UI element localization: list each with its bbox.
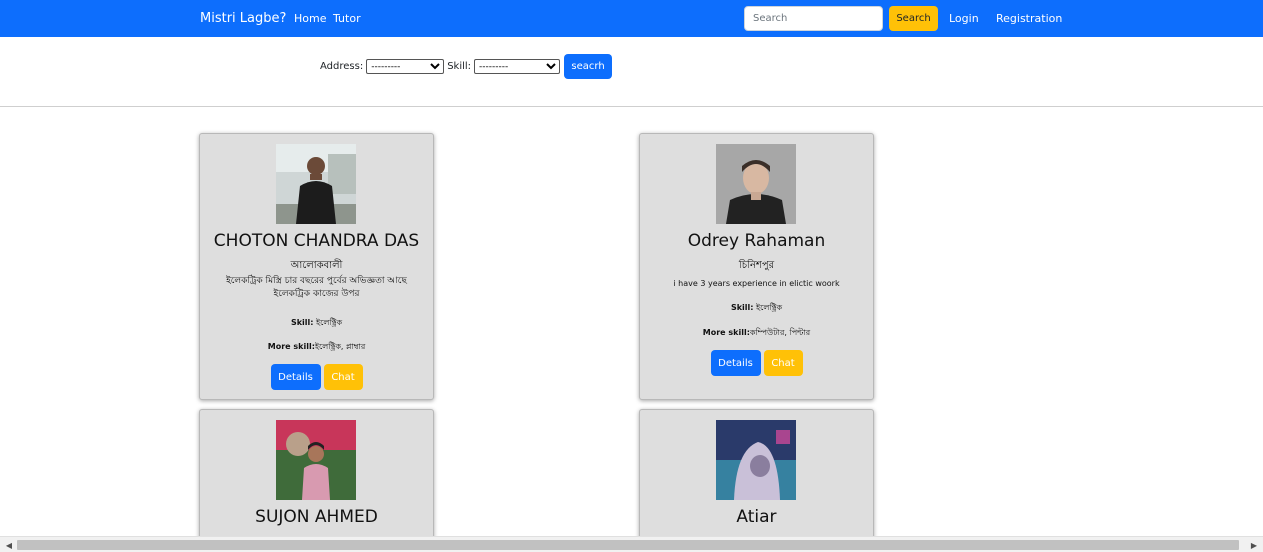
worker-photo bbox=[276, 420, 356, 500]
more-skill-value: কম্পিউটার, পিন্টার bbox=[749, 328, 811, 337]
divider bbox=[0, 106, 1263, 107]
skill-label: Skill: bbox=[730, 303, 754, 312]
worker-card: CHOTON CHANDRA DAS আলোকবালী ইলেকট্রিক মি… bbox=[199, 133, 434, 400]
scroll-left-icon[interactable]: ◀ bbox=[3, 539, 15, 551]
worker-address: চিনিশপুর bbox=[738, 260, 775, 271]
filter-form: Address: --------- Skill: --------- seac… bbox=[320, 54, 613, 79]
top-navbar: Mistri Lagbe? Home Tutor Search Login Re… bbox=[0, 0, 1263, 37]
card-actions: Details Chat bbox=[640, 350, 873, 376]
more-skill-label: More skill: bbox=[267, 342, 315, 351]
worker-name: Atiar bbox=[736, 507, 777, 527]
scroll-right-icon[interactable]: ▶ bbox=[1248, 539, 1260, 551]
skill-select[interactable]: --------- bbox=[474, 59, 561, 74]
worker-skill: Skill: ইলেক্ট্রিক bbox=[200, 317, 433, 330]
chat-button[interactable]: Chat bbox=[763, 350, 803, 376]
worker-card: SUJON AHMED bbox=[199, 409, 434, 549]
brand-link[interactable]: Mistri Lagbe? bbox=[200, 11, 286, 26]
search-input[interactable] bbox=[744, 6, 883, 31]
worker-photo bbox=[716, 420, 796, 500]
worker-card: Atiar bbox=[639, 409, 874, 549]
scrollbar-thumb[interactable] bbox=[17, 540, 1239, 550]
worker-card: Odrey Rahaman চিনিশপুর i have 3 years ex… bbox=[639, 133, 874, 400]
address-label: Address: bbox=[320, 61, 364, 72]
filter-search-button[interactable]: seacrh bbox=[564, 54, 613, 79]
details-button[interactable]: Details bbox=[270, 364, 321, 390]
worker-description: i have 3 years experience in elictic woo… bbox=[673, 279, 840, 288]
worker-name: CHOTON CHANDRA DAS bbox=[213, 231, 420, 251]
address-select[interactable]: --------- bbox=[366, 59, 445, 74]
nav-login-link[interactable]: Login bbox=[949, 12, 979, 25]
nav-home-link[interactable]: Home bbox=[294, 12, 326, 25]
worker-photo bbox=[276, 144, 356, 224]
worker-description: ইলেকট্রিক মিস্ত্রি চার বছরের পুর্বের অভি… bbox=[226, 276, 407, 299]
skill-label: Skill: bbox=[290, 318, 314, 327]
worker-more-skill: More skill:কম্পিউটার, পিন্টার bbox=[640, 327, 873, 340]
skill-value: ইলেক্ট্রিক bbox=[316, 318, 343, 327]
more-skill-label: More skill: bbox=[702, 328, 750, 337]
skill-value: ইলেক্ট্রিক bbox=[756, 303, 783, 312]
worker-more-skill: More skill:ইলেক্ট্রিক, প্লাম্বার bbox=[200, 341, 433, 354]
worker-name: SUJON AHMED bbox=[255, 507, 378, 527]
worker-name: Odrey Rahaman bbox=[687, 231, 826, 251]
more-skill-value: ইলেক্ট্রিক, প্লাম্বার bbox=[314, 342, 366, 351]
nav-tutor-link[interactable]: Tutor bbox=[333, 12, 361, 25]
skill-label: Skill: bbox=[447, 61, 472, 72]
card-actions: Details Chat bbox=[200, 364, 433, 390]
worker-photo bbox=[716, 144, 796, 224]
nav-registration-link[interactable]: Registration bbox=[996, 12, 1062, 25]
chat-button[interactable]: Chat bbox=[323, 364, 363, 390]
worker-skill: Skill: ইলেক্ট্রিক bbox=[640, 302, 873, 315]
search-button[interactable]: Search bbox=[889, 6, 938, 31]
details-button[interactable]: Details bbox=[710, 350, 761, 376]
horizontal-scrollbar[interactable]: ◀ ▶ bbox=[0, 536, 1263, 552]
worker-address: আলোকবালী bbox=[290, 260, 343, 271]
